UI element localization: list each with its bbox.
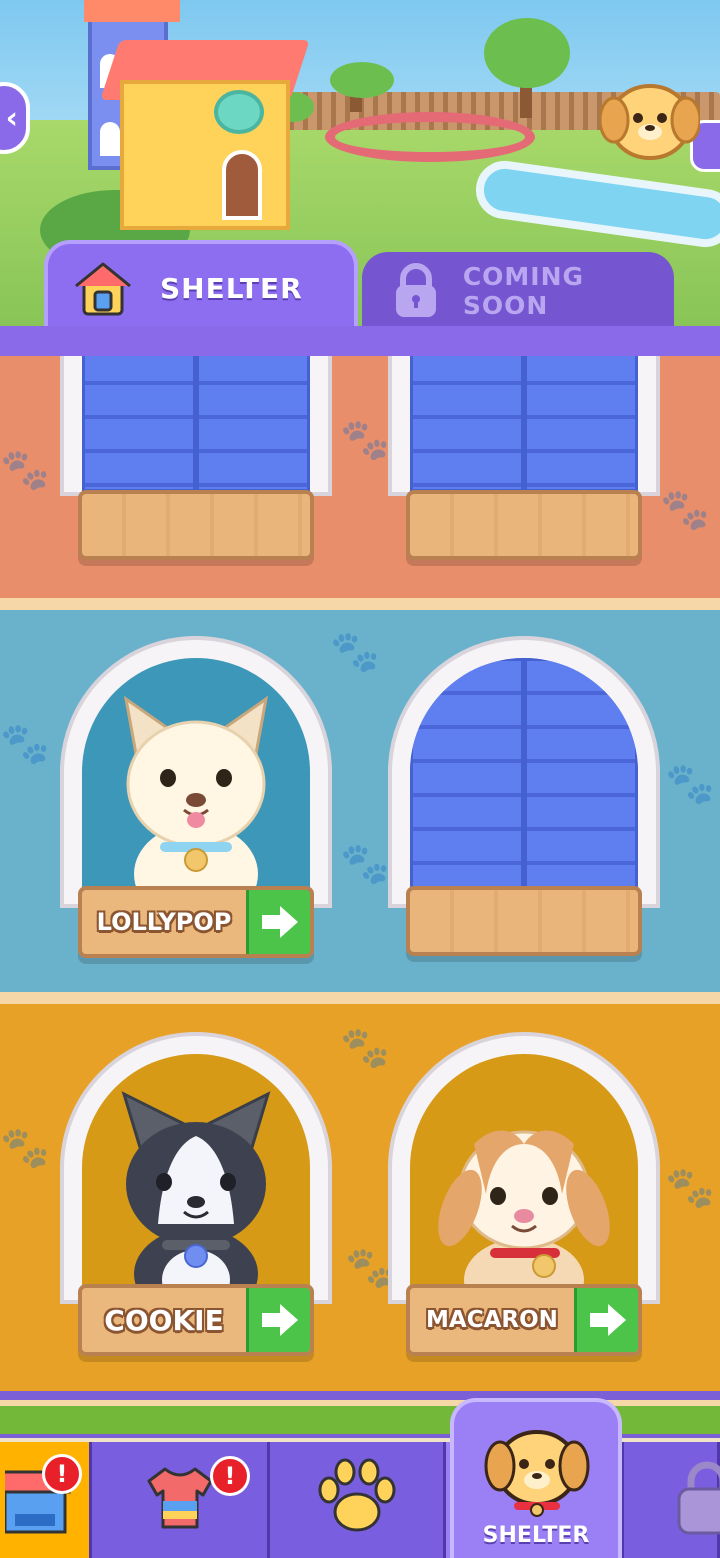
paw-pattern-icon: 🐾 <box>665 761 715 807</box>
shutter-left <box>410 356 524 492</box>
nav-locked[interactable] <box>624 1442 720 1558</box>
window-closed[interactable] <box>388 636 660 966</box>
tab-coming-soon-label: COMING SOON <box>462 262 585 320</box>
dog-avatar-icon[interactable] <box>598 72 702 164</box>
shutter-right <box>524 658 638 904</box>
paw-pattern-icon: 🐾 <box>0 1125 50 1171</box>
tree <box>330 62 394 98</box>
shutter-left <box>82 356 196 492</box>
paw-pattern-icon: 🐾 <box>340 417 390 463</box>
room-bottom: 🐾 🐾 🐾 🐾 COOKIE MACARON <box>0 1004 720 1391</box>
window-closed[interactable] <box>60 356 332 566</box>
room-divider <box>0 598 720 610</box>
nav-shop[interactable]: ! <box>0 1442 92 1558</box>
paw-sign <box>214 90 264 134</box>
nav-shelter[interactable]: SHELTER <box>450 1398 622 1558</box>
lock-icon <box>392 258 441 324</box>
lock-icon <box>677 1461 720 1539</box>
pet-name-lollypop: LOLLYPOP <box>82 890 246 954</box>
tree <box>484 18 570 88</box>
chevron-left-icon: ‹ <box>5 100 18 136</box>
shutter-right <box>196 356 310 492</box>
paw-pattern-icon: 🐾 <box>0 447 50 493</box>
paw-pattern-icon: 🐾 <box>340 1025 390 1071</box>
puppy-macaron <box>438 1130 610 1300</box>
tab-coming-soon[interactable]: COMING SOON <box>362 252 674 330</box>
nav-shelter-label: SHELTER <box>482 1523 590 1548</box>
paw-icon <box>315 1458 399 1542</box>
house-door <box>222 150 262 220</box>
shirt-icon <box>145 1465 215 1535</box>
room-top: 🐾 🐾 🐾 <box>0 356 720 601</box>
name-plank-macaron[interactable]: MACARON <box>406 1284 642 1356</box>
pet-name-cookie: COOKIE <box>82 1288 246 1352</box>
paw-pattern-icon: 🐾 <box>340 841 390 887</box>
shutter-left <box>410 658 524 904</box>
paw-pattern-icon: 🐾 <box>660 487 710 533</box>
name-plank-empty <box>406 886 642 956</box>
pet-name-macaron: MACARON <box>410 1288 574 1352</box>
tab-shelter[interactable]: SHELTER <box>44 240 358 332</box>
name-plank-empty <box>78 490 314 560</box>
outfit-badge: ! <box>210 1456 250 1496</box>
window-lollypop[interactable]: LOLLYPOP <box>60 636 332 966</box>
nav-outfit[interactable]: ! <box>92 1442 270 1558</box>
shelter-house <box>0 0 310 230</box>
arrow-right-icon[interactable] <box>574 1288 638 1352</box>
puppy-cookie <box>121 1091 271 1300</box>
dog-face-icon <box>482 1420 592 1522</box>
tabs-underline <box>0 326 720 356</box>
name-plank-empty <box>406 490 642 560</box>
nav-pets[interactable] <box>270 1442 446 1558</box>
house-icon <box>70 255 136 321</box>
room-divider <box>0 992 720 1004</box>
room-middle: 🐾 🐾 🐾 🐾 LOLLYPOP <box>0 610 720 992</box>
window-closed[interactable] <box>388 356 660 566</box>
arrow-right-icon[interactable] <box>246 1288 310 1352</box>
shop-badge: ! <box>42 1454 82 1494</box>
house-body <box>120 80 290 230</box>
window-macaron[interactable]: MACARON <box>388 1032 660 1362</box>
paw-pattern-icon: 🐾 <box>330 629 380 675</box>
name-plank-lollypop[interactable]: LOLLYPOP <box>78 886 314 958</box>
garden-path <box>325 112 535 162</box>
paw-pattern-icon: 🐾 <box>0 721 50 767</box>
paw-pattern-icon: 🐾 <box>665 1165 715 1211</box>
name-plank-cookie[interactable]: COOKIE <box>78 1284 314 1356</box>
tab-shelter-label: SHELTER <box>160 271 303 305</box>
puppy-lollypop <box>123 695 269 904</box>
window-cookie[interactable]: COOKIE <box>60 1032 332 1362</box>
shutter-right <box>524 356 638 492</box>
arrow-right-icon[interactable] <box>246 890 310 954</box>
